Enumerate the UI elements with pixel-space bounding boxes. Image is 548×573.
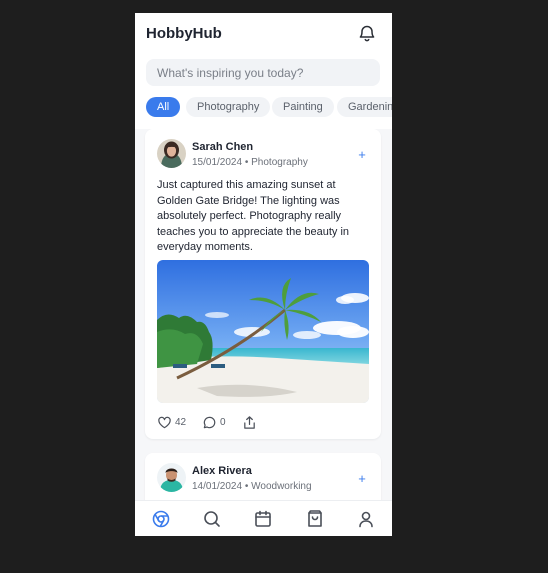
comment-icon	[203, 416, 216, 428]
nav-profile[interactable]	[356, 509, 376, 529]
share-button[interactable]	[242, 414, 260, 430]
meta-separator: •	[244, 157, 249, 168]
search-icon	[204, 511, 220, 527]
app-header: HobbyHub	[135, 13, 392, 55]
chip-photography[interactable]: Photography	[186, 97, 271, 117]
nav-calendar[interactable]	[253, 509, 273, 529]
search-input[interactable]	[146, 59, 380, 86]
post-date: 14/01/2024	[192, 481, 243, 492]
search-bar	[135, 55, 392, 97]
post-card: Sarah Chen 15/01/2024 • Photography + Ju…	[145, 129, 381, 439]
author-name[interactable]: Alex Rivera	[192, 465, 252, 477]
follow-button[interactable]: +	[353, 470, 371, 488]
filter-chips: All Photography Painting Gardening	[135, 97, 392, 129]
app-screen: HobbyHub All Photography Painting Garden…	[135, 13, 392, 536]
comment-count: 0	[220, 416, 226, 428]
post-category: Photography	[251, 157, 308, 168]
heart-icon	[158, 416, 171, 428]
chip-all[interactable]: All	[146, 97, 181, 117]
post-meta: 14/01/2024 • Woodworking	[192, 481, 312, 492]
app-title: HobbyHub	[146, 25, 222, 42]
shopping-bag-icon	[308, 510, 322, 527]
share-icon	[244, 415, 255, 429]
profile-icon	[359, 511, 373, 528]
chip-gardening[interactable]: Gardening	[337, 97, 392, 117]
post-image[interactable]	[157, 260, 369, 403]
like-count: 42	[175, 416, 187, 428]
nav-shop[interactable]	[305, 509, 325, 529]
bell-icon[interactable]	[357, 23, 377, 43]
author-name[interactable]: Sarah Chen	[192, 141, 253, 153]
post-feed: Sarah Chen 15/01/2024 • Photography + Ju…	[135, 129, 392, 500]
follow-button[interactable]: +	[353, 146, 371, 164]
post-text: Just captured this amazing sunset at Gol…	[157, 179, 350, 254]
nav-home[interactable]	[151, 509, 171, 529]
post-date: 15/01/2024	[192, 157, 243, 168]
post-card: Alex Rivera 14/01/2024 • Woodworking +	[145, 453, 381, 500]
home-icon	[152, 510, 170, 528]
avatar[interactable]	[157, 463, 186, 492]
avatar[interactable]	[157, 139, 186, 168]
chip-painting[interactable]: Painting	[272, 97, 334, 117]
comment-button[interactable]: 0	[202, 414, 226, 430]
calendar-icon	[255, 510, 271, 527]
post-category: Woodworking	[251, 481, 312, 492]
meta-separator: •	[244, 481, 249, 492]
post-meta: 15/01/2024 • Photography	[192, 157, 308, 168]
nav-search[interactable]	[202, 509, 222, 529]
like-button[interactable]: 42	[157, 414, 186, 430]
bottom-nav	[135, 500, 392, 536]
